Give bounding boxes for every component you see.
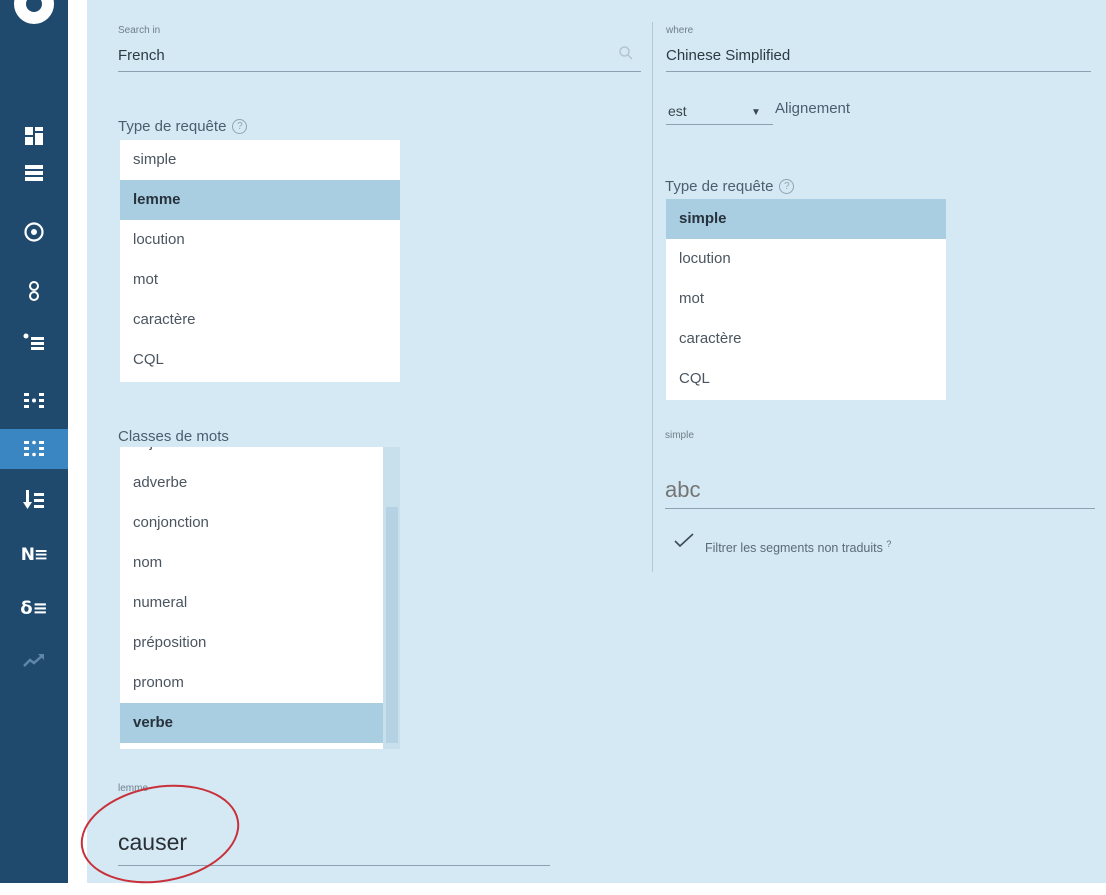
query-type-option-selected[interactable]: simple bbox=[666, 199, 946, 239]
delta-list-icon[interactable]: δ≡ bbox=[0, 588, 68, 628]
search-in-select[interactable]: French bbox=[118, 47, 165, 64]
alignment-label: Alignement bbox=[775, 100, 851, 117]
word-class-option[interactable]: nom bbox=[120, 543, 383, 583]
query-type-option[interactable]: mot bbox=[120, 260, 400, 300]
help-icon[interactable]: ? bbox=[779, 179, 795, 194]
filter-untranslated-text: Filtrer les segments non traduits bbox=[705, 541, 883, 556]
query-type-option[interactable]: locution bbox=[666, 239, 946, 279]
query-type-option-selected[interactable]: lemme bbox=[120, 180, 400, 220]
simple-query-underline bbox=[665, 508, 1095, 509]
bullet-list-icon[interactable] bbox=[0, 322, 68, 362]
word-classes-scroll-thumb[interactable] bbox=[386, 507, 398, 743]
word-class-option[interactable]: conjonction bbox=[120, 503, 383, 543]
parallel-list-icon[interactable] bbox=[0, 429, 68, 469]
rings-icon[interactable] bbox=[0, 271, 68, 311]
word-classes-list[interactable]: adjectif adverbe conjonction nom numeral… bbox=[120, 447, 383, 749]
list-icon[interactable] bbox=[0, 153, 68, 193]
query-type-option[interactable]: caractère bbox=[120, 300, 400, 340]
word-classes-title: Classes de mots bbox=[118, 428, 229, 445]
query-type-option[interactable]: CQL bbox=[120, 340, 400, 380]
word-class-option[interactable]: préposition bbox=[120, 623, 383, 663]
n-list-label: N≡ bbox=[20, 545, 49, 565]
query-type-option[interactable]: caractère bbox=[666, 319, 946, 359]
sidebar: N≡ δ≡ bbox=[0, 0, 68, 883]
query-type-option[interactable]: locution bbox=[120, 220, 400, 260]
query-type-list-left[interactable]: simple lemme locution mot caractère CQL bbox=[120, 140, 400, 382]
word-class-option[interactable]: numeral bbox=[120, 583, 383, 623]
simple-query-input[interactable] bbox=[665, 476, 965, 504]
query-type-option[interactable]: CQL bbox=[666, 359, 946, 399]
filter-help-icon[interactable]: ? bbox=[886, 539, 891, 549]
dashboard-icon[interactable] bbox=[0, 116, 68, 156]
sort-down-list-icon[interactable] bbox=[0, 480, 68, 520]
target-icon[interactable] bbox=[0, 212, 68, 252]
align-list-icon[interactable] bbox=[0, 381, 68, 421]
query-panel: Search in French Type de requête ? simpl… bbox=[72, 0, 1106, 895]
word-class-option-selected[interactable]: verbe bbox=[120, 703, 383, 743]
word-classes-title-text: Classes de mots bbox=[118, 428, 229, 445]
word-class-option[interactable]: pronom bbox=[120, 663, 383, 703]
query-type-option[interactable]: mot bbox=[666, 279, 946, 319]
align-select-underline bbox=[666, 124, 773, 125]
query-type-option[interactable]: simple bbox=[120, 140, 400, 180]
where-select[interactable]: Chinese Simplified bbox=[666, 47, 790, 64]
checkmark-icon[interactable] bbox=[673, 532, 695, 553]
query-type-title-left: Type de requête ? bbox=[118, 118, 248, 135]
n-list-icon[interactable]: N≡ bbox=[0, 535, 68, 575]
search-in-underline bbox=[118, 71, 641, 72]
query-type-title-text: Type de requête bbox=[118, 118, 227, 135]
annotation-circle bbox=[72, 772, 248, 895]
query-type-title-text: Type de requête bbox=[665, 178, 774, 195]
query-type-title-right: Type de requête ? bbox=[665, 178, 795, 195]
filter-untranslated-label[interactable]: Filtrer les segments non traduits ? bbox=[705, 539, 891, 555]
align-select[interactable]: est bbox=[668, 103, 687, 119]
delta-list-label: δ≡ bbox=[20, 597, 48, 619]
trend-icon[interactable] bbox=[0, 640, 68, 680]
word-class-option[interactable]: adjectif bbox=[120, 447, 383, 463]
search-icon[interactable] bbox=[618, 45, 634, 66]
chevron-down-icon[interactable]: ▼ bbox=[751, 107, 761, 118]
app-logo[interactable] bbox=[14, 0, 54, 24]
search-in-label: Search in bbox=[118, 25, 161, 36]
column-divider bbox=[652, 22, 653, 572]
where-label: where bbox=[666, 25, 694, 36]
word-class-option[interactable]: adverbe bbox=[120, 463, 383, 503]
help-icon[interactable]: ? bbox=[232, 119, 248, 134]
query-type-list-right[interactable]: simple locution mot caractère CQL bbox=[666, 199, 946, 400]
simple-label: simple bbox=[665, 430, 694, 441]
where-underline bbox=[666, 71, 1091, 72]
